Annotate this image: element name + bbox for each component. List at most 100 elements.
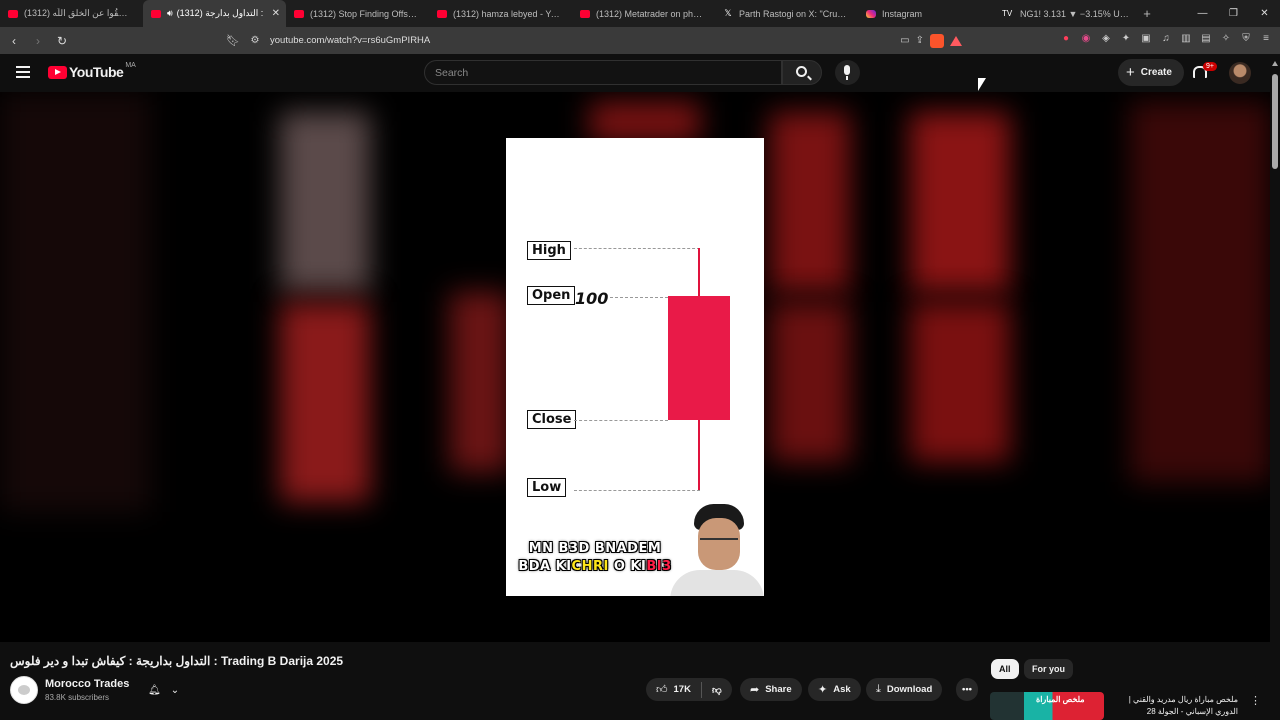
page-scrollbar[interactable] (1270, 54, 1280, 720)
youtube-masthead: YouTube MA Search + Create (0, 54, 1280, 92)
share-icon: ➦ (750, 684, 760, 696)
blurred-background (770, 302, 850, 462)
site-settings-icon[interactable]: ⚙ (244, 35, 266, 46)
extensions-bar: ● ◉ ◈ ✦ ▣ ♫ ▥ ▤ ✧ ⛨ ≡ (1060, 33, 1272, 44)
like-icon[interactable]: 👍︎ (656, 683, 668, 696)
chevron-down-icon: ⌄ (170, 684, 180, 696)
close-dashed-line (574, 420, 668, 421)
puzzle-icon[interactable]: ✦ (1120, 33, 1132, 44)
speaker-icon[interactable]: 🔊︎ (167, 8, 173, 19)
video-title: التداول بداريجة : كيفاش تبدا و دير فلوس … (10, 654, 344, 668)
like-count[interactable]: 17K (674, 684, 691, 695)
like-dislike-group: 👍︎ 17K 👎︎ (646, 678, 732, 701)
open-label: Open (527, 286, 576, 305)
mouse-cursor (978, 78, 986, 91)
share-button[interactable]: ➦ Share (740, 678, 802, 701)
brave-shields-icon[interactable] (930, 33, 944, 48)
leo-icon[interactable]: ✧ (1220, 33, 1232, 44)
blurred-background (0, 92, 150, 512)
candle-lower-wick (698, 420, 700, 490)
browser-tab[interactable]: (1312) Stop Finding Offsets Ma (286, 0, 429, 27)
sparkle-icon: ✦ (818, 684, 828, 696)
sidebar-icon[interactable]: ▥ (1180, 33, 1192, 44)
window-controls: — ❐ ✕ (1187, 0, 1280, 27)
extension-icon[interactable]: ◉ (1080, 33, 1092, 44)
browser-tab[interactable]: (1312) Metatrader on phone/p (572, 0, 715, 27)
search-input[interactable]: Search (424, 60, 782, 85)
more-icon: ••• (962, 684, 972, 695)
voice-search-icon[interactable] (835, 60, 860, 85)
low-label: Low (527, 478, 567, 497)
url-text[interactable]: youtube.com/watch?v=rs6uGmPIRHA (270, 35, 430, 46)
scroll-up-icon[interactable] (1272, 61, 1278, 66)
browser-tab-strip: (1312) لا تُشْقُوا عن الخلق اللّه 🔊︎ (131… (0, 0, 1280, 27)
share-page-icon[interactable]: ⇪ (916, 35, 924, 46)
browser-tab-active[interactable]: 🔊︎ (1312) التداول بدارجة : ✕ (143, 0, 286, 27)
close-label: Close (527, 410, 577, 429)
restore-icon[interactable]: ❐ (1218, 0, 1249, 27)
low-dashed-line (574, 490, 700, 491)
channel-name[interactable]: Morocco Trades (45, 678, 129, 690)
youtube-logo[interactable]: YouTube MA (48, 62, 136, 80)
back-icon[interactable]: ‹ (4, 34, 24, 48)
download-icon: ⤓ (876, 683, 881, 695)
reload-icon[interactable]: ↻ (52, 34, 72, 48)
menu-icon[interactable]: ≡ (1260, 33, 1272, 44)
brave-rewards-icon[interactable] (950, 35, 962, 46)
music-icon[interactable]: ♫ (1160, 33, 1172, 44)
high-label: High (527, 241, 571, 260)
ask-button[interactable]: ✦ Ask (808, 678, 861, 701)
blurred-background (770, 112, 850, 292)
subscribed-notifications-button[interactable]: 🔔︎ ⌄ (142, 678, 190, 702)
youtube-icon (437, 9, 447, 18)
more-actions-button[interactable]: ••• (956, 678, 978, 701)
channel-avatar[interactable] (10, 676, 38, 704)
browser-tab[interactable]: (1312) لا تُشْقُوا عن الخلق اللّه (0, 0, 143, 27)
download-button[interactable]: ⤓ Download (866, 678, 943, 701)
blurred-background (450, 292, 510, 472)
minimize-icon[interactable]: — (1187, 0, 1218, 27)
subscriber-count: 83.8K subscribers (45, 693, 110, 702)
close-window-icon[interactable]: ✕ (1249, 0, 1280, 27)
close-tab-icon[interactable]: ✕ (272, 8, 280, 19)
extension-icon[interactable]: ▣ (1140, 33, 1152, 44)
avatar[interactable] (1229, 62, 1251, 84)
browser-tab[interactable]: TVNG1! 3.131 ▼ −3.15% Unname (994, 0, 1137, 27)
youtube-icon (580, 9, 590, 18)
browser-toolbar: ‹ › ↻ 🔖︎ ⚙ youtube.com/watch?v=rs6uGmPIR… (0, 27, 1280, 54)
extension-icon[interactable]: ◈ (1100, 33, 1112, 44)
open-price-label: 100 (575, 289, 609, 308)
recommended-thumbnail[interactable]: ملخص المباراة (990, 692, 1104, 720)
browser-tab[interactable]: (1312) hamza lebyed - YouTub (429, 0, 572, 27)
chip-all[interactable]: All (991, 659, 1019, 679)
extension-icon[interactable]: ● (1060, 33, 1072, 44)
open-dashed-line (610, 297, 668, 298)
browser-tab[interactable]: 𝕏 Parth Rastogi on X: "Crude Oil (715, 0, 858, 27)
chip-for-you[interactable]: For you (1024, 659, 1073, 679)
new-tab-button[interactable]: + (1137, 6, 1157, 21)
cast-icon[interactable]: ▭ (900, 35, 909, 46)
forward-icon[interactable]: › (28, 34, 48, 48)
scrollbar-thumb[interactable] (1272, 74, 1278, 169)
wallet-icon[interactable]: ▤ (1200, 33, 1212, 44)
search-button[interactable] (782, 60, 822, 85)
instagram-icon (866, 9, 876, 18)
blurred-background (590, 102, 700, 142)
browser-tab[interactable]: Instagram (858, 0, 994, 27)
tradingview-icon: TV (1002, 9, 1013, 18)
vpn-icon[interactable]: ⛨ (1240, 33, 1252, 44)
address-bar[interactable]: 🔖︎ ⚙ youtube.com/watch?v=rs6uGmPIRHA ▭ ⇪ (222, 30, 962, 51)
more-vert-icon[interactable]: ⋮ (1250, 694, 1261, 707)
candle-body (668, 296, 730, 420)
create-button[interactable]: + Create (1118, 59, 1184, 86)
bookmark-icon[interactable]: 🔖︎ (222, 34, 244, 47)
hamburger-menu-icon[interactable] (16, 66, 30, 81)
presenter-image (670, 500, 764, 596)
recommended-title[interactable]: ملخص مباراة ريال مدريد والقني | الدوري ا… (1108, 694, 1238, 718)
blurred-background (280, 112, 370, 292)
high-dashed-line (574, 248, 700, 249)
dislike-icon[interactable]: 👎︎ (712, 684, 722, 696)
short-video-frame[interactable]: High Open 100 Close Low MN B3D BNADEM BD… (506, 138, 764, 596)
recommended-video[interactable]: ملخص المباراة ملخص مباراة ريال مدريد وال… (990, 690, 1270, 720)
blurred-background (1130, 102, 1270, 482)
